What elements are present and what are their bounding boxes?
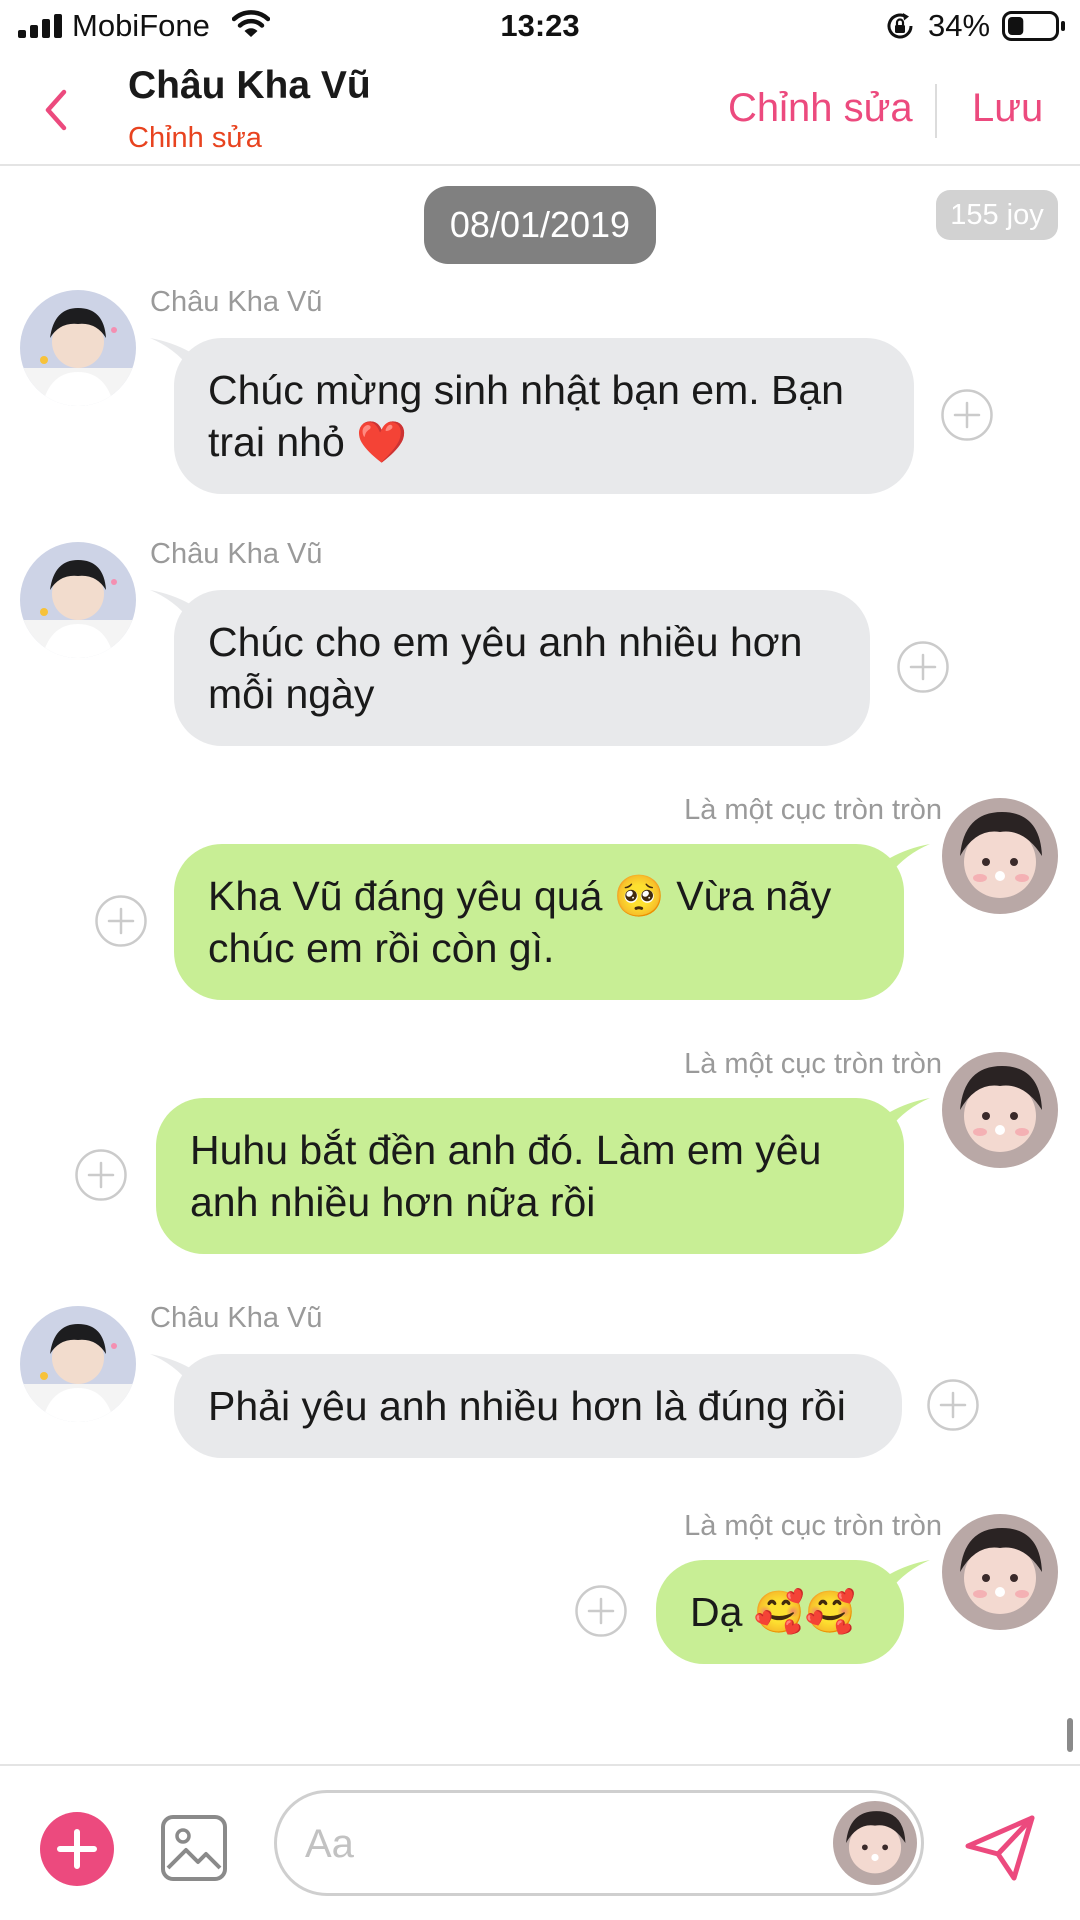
message-input[interactable] (305, 1817, 785, 1871)
message-field[interactable] (274, 1790, 924, 1896)
my-avatar[interactable] (942, 1052, 1058, 1168)
message-bubble[interactable]: Huhu bắt đền anh đó. Làm em yêu anh nhiề… (156, 1098, 904, 1254)
message-bubble[interactable]: Kha Vũ đáng yêu quá 🥺 Vừa nãy chúc em rồ… (174, 844, 904, 1000)
persona-avatar[interactable] (833, 1801, 917, 1885)
add-reaction-icon[interactable] (94, 894, 148, 948)
sender-avatar[interactable] (20, 542, 136, 658)
send-icon[interactable] (962, 1810, 1038, 1886)
chat-header: Châu Kha Vũ Chỉnh sửa Chỉnh sửa Lưu (0, 56, 1080, 166)
message-bubble[interactable]: Dạ 🥰🥰 (656, 1560, 904, 1664)
status-bar: MobiFone 13:23 34% (0, 0, 1080, 56)
message-line: trai nhỏ ❤️ (208, 419, 408, 465)
sender-avatar[interactable] (20, 290, 136, 406)
plus-icon (57, 1829, 97, 1869)
sender-name: Là một cục tròn tròn (684, 794, 942, 826)
add-reaction-icon[interactable] (74, 1148, 128, 1202)
sender-name: Châu Kha Vũ (150, 286, 323, 318)
message-composer (0, 1764, 1080, 1920)
save-button[interactable]: Lưu (972, 86, 1043, 131)
message-line: anh nhiều hơn nữa rồi (190, 1179, 596, 1225)
message-line: Dạ 🥰🥰 (690, 1589, 856, 1635)
scrollbar[interactable] (1067, 1718, 1073, 1752)
battery-icon (1002, 11, 1065, 41)
orientation-lock-icon (887, 13, 913, 39)
add-reaction-icon[interactable] (926, 1378, 980, 1432)
contact-subtitle[interactable]: Chỉnh sửa (128, 122, 262, 155)
add-reaction-icon[interactable] (896, 640, 950, 694)
message-line: Phải yêu anh nhiều hơn là đúng rồi (208, 1383, 846, 1429)
joy-counter-badge: 155 joy (936, 190, 1058, 240)
message-line: Kha Vũ đáng yêu quá 🥺 Vừa nãy (208, 873, 832, 919)
message-bubble[interactable]: Chúc cho em yêu anh nhiều hơn mỗi ngày (174, 590, 870, 746)
message-line: mỗi ngày (208, 671, 375, 717)
contact-name: Châu Kha Vũ (128, 64, 371, 107)
add-reaction-icon[interactable] (574, 1584, 628, 1638)
message-bubble[interactable]: Chúc mừng sinh nhật bạn em. Bạn trai nhỏ… (174, 338, 914, 494)
message-bubble[interactable]: Phải yêu anh nhiều hơn là đúng rồi (174, 1354, 902, 1458)
sender-avatar[interactable] (20, 1306, 136, 1422)
battery-percent: 34% (928, 8, 991, 43)
image-icon[interactable] (160, 1814, 228, 1882)
message-line: Huhu bắt đền anh đó. Làm em yêu (190, 1127, 822, 1173)
message-line: chúc em rồi còn gì. (208, 925, 555, 971)
message-line: Chúc cho em yêu anh nhiều hơn (208, 619, 803, 665)
sender-name: Là một cục tròn tròn (684, 1510, 942, 1542)
my-avatar[interactable] (942, 798, 1058, 914)
add-button[interactable] (40, 1812, 114, 1886)
chevron-left-icon[interactable] (36, 82, 76, 138)
sender-name: Châu Kha Vũ (150, 538, 323, 570)
message-line: Chúc mừng sinh nhật bạn em. Bạn (208, 367, 844, 413)
header-divider (935, 84, 937, 138)
message-list[interactable]: 08/01/2019 155 joy Châu Kha Vũ Chúc mừng… (0, 168, 1080, 1764)
my-avatar[interactable] (942, 1514, 1058, 1630)
clock: 13:23 (500, 8, 580, 43)
add-reaction-icon[interactable] (940, 388, 994, 442)
date-separator: 08/01/2019 (424, 186, 656, 264)
sender-name: Châu Kha Vũ (150, 1302, 323, 1334)
sender-name: Là một cục tròn tròn (684, 1048, 942, 1080)
edit-button[interactable]: Chỉnh sửa (728, 86, 913, 131)
